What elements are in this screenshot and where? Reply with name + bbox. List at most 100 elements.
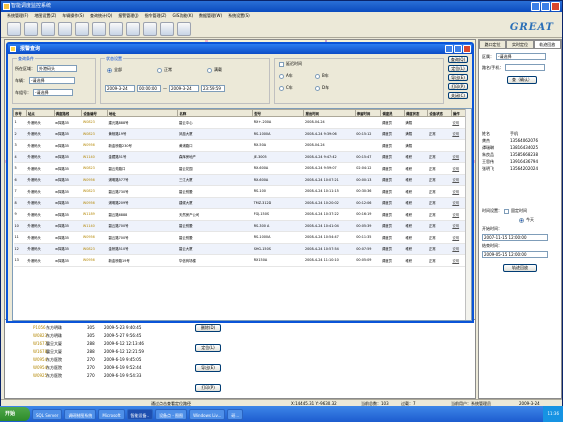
list-item[interactable]: W1678 震旦大厦 288 2009-6-12 12:21:59 bbox=[33, 348, 164, 355]
status-all-radio[interactable] bbox=[107, 67, 112, 73]
close-dialog-button[interactable]: 关闭(C) bbox=[448, 92, 468, 99]
tab-replay[interactable]: 轨迹回放 bbox=[533, 40, 561, 49]
locate-button[interactable]: 定位(L) bbox=[448, 65, 468, 72]
taskbar-item[interactable]: Windows Liv... bbox=[189, 408, 226, 420]
vertical-scrollbar[interactable] bbox=[465, 109, 471, 320]
col-index[interactable]: 序号 bbox=[13, 109, 27, 117]
zoom-out-icon[interactable] bbox=[41, 22, 55, 36]
contact-row[interactable]: 谭瑞琳 13816434025 bbox=[482, 144, 560, 151]
col-dispatcher[interactable]: 调度员 bbox=[380, 109, 405, 117]
time-from-input[interactable]: 00:00:00 bbox=[137, 85, 161, 92]
measure-icon[interactable] bbox=[143, 22, 157, 36]
table-row[interactable]: 11 外港码头 w择路35 W0956 碧云路700号 碧云别墅 RS-1000A 2008-… bbox=[13, 231, 469, 244]
table-row[interactable]: 13 外港码头 w择路35 W0956 新金桥路19号 华信商场楼 RX150A 2008-4… bbox=[13, 254, 469, 267]
arrow-left-icon[interactable] bbox=[109, 22, 123, 36]
replay-button[interactable]: 轨迹回放 bbox=[503, 264, 537, 272]
export-button[interactable]: 导出(E) bbox=[195, 364, 221, 372]
table-row[interactable]: 9 外港码头 w择路35 W1189 碧云路6888 天然房产公司 FGJ-150S 2008… bbox=[13, 208, 469, 221]
menu-command[interactable]: 指令管理(Z) bbox=[145, 12, 167, 20]
col-stay-time[interactable]: 停留时间 bbox=[354, 109, 382, 117]
table-row[interactable]: 4 外港码头 w择路35 W1140 金藏路51号 森辉房地产 JE-3005 2008-4-… bbox=[13, 151, 469, 163]
col-station[interactable]: 站点 bbox=[25, 109, 55, 117]
print-button[interactable]: 打印(P) bbox=[448, 83, 468, 90]
vehicle-select[interactable]: -请选择 bbox=[29, 77, 75, 84]
minimize-button[interactable] bbox=[531, 2, 540, 11]
table-row[interactable]: 1 外港码头 w择路35 W0823 建元路888号 碧云中心 RX+-200A 2008-0… bbox=[13, 116, 469, 129]
area-select[interactable]: -请选择 bbox=[496, 53, 546, 60]
taskbar-item[interactable]: Microsoft bbox=[98, 408, 125, 420]
col-name[interactable]: 名称 bbox=[177, 109, 254, 117]
group-select[interactable]: -请选择 bbox=[33, 89, 73, 96]
list-item[interactable]: W0954 东方医院 270 2009-6-19 9:52:44 bbox=[33, 364, 164, 371]
search-input[interactable] bbox=[505, 64, 546, 71]
tray-clock[interactable]: 11:36 bbox=[547, 411, 559, 416]
col-route[interactable]: 调度路线 bbox=[53, 109, 83, 117]
contact-row[interactable]: 朱良品 13585668238 bbox=[482, 151, 560, 158]
status-normal-radio[interactable] bbox=[157, 67, 162, 73]
dialog-maximize-button[interactable] bbox=[454, 45, 462, 53]
col-model[interactable]: 型号 bbox=[252, 109, 305, 117]
time-to-input[interactable]: 23:59:59 bbox=[201, 85, 225, 92]
menu-vehicle[interactable]: 车辆操作(S) bbox=[62, 12, 84, 20]
col-address[interactable]: 地址 bbox=[106, 109, 179, 117]
delete-button[interactable]: 删除(D) bbox=[195, 324, 221, 332]
pan-icon[interactable] bbox=[75, 22, 89, 36]
maximize-button[interactable] bbox=[541, 2, 550, 11]
taskbar-item-active[interactable]: 智能设备.. bbox=[126, 408, 154, 420]
fixed-time-checkbox[interactable] bbox=[504, 208, 509, 214]
list-item[interactable]: W0823 东方明珠 305 2009-5-27 9:56:45 bbox=[33, 332, 164, 339]
menu-data[interactable]: 数据管理(W) bbox=[199, 12, 222, 20]
tab-intersection[interactable]: 路口定位 bbox=[479, 40, 507, 49]
search-button[interactable]: 查（确认） bbox=[507, 76, 537, 84]
key-icon[interactable] bbox=[160, 22, 174, 36]
flag-icon[interactable] bbox=[177, 22, 191, 36]
start-time-input[interactable]: 2007-11-15 12:00:00 bbox=[482, 234, 548, 241]
arrow-right-icon[interactable] bbox=[126, 22, 140, 36]
taskbar-item[interactable]: 调研制图系统 bbox=[64, 408, 97, 420]
col-device[interactable]: 设备编号 bbox=[81, 109, 108, 117]
area-select[interactable]: 外港码头 bbox=[37, 65, 77, 72]
list-item[interactable]: W1677 震旦大厦 288 2009-6-12 12:13:46 bbox=[33, 340, 164, 347]
zoom-in-icon[interactable] bbox=[24, 22, 38, 36]
zoom-reset-icon[interactable] bbox=[58, 22, 72, 36]
today-radio[interactable] bbox=[519, 217, 524, 223]
table-row[interactable]: 8 外港码头 w择路35 W0956 浦明路209号 建候大厦 TMZ-312D 2008-4… bbox=[13, 197, 469, 209]
menu-map[interactable]: 地图设置(Z) bbox=[34, 12, 56, 20]
globe-icon[interactable] bbox=[92, 22, 106, 36]
delay-time-checkbox[interactable] bbox=[279, 61, 284, 67]
contact-row[interactable]: 王思伟 13916436794 bbox=[482, 158, 560, 165]
table-row[interactable]: 3 外港码头 w择路35 W0956 新金桥路230号 黄浦路口 RX-50A 2008-04… bbox=[13, 139, 469, 152]
date-to-input[interactable]: 2009-3-24 bbox=[169, 85, 199, 92]
table-row[interactable]: 12 外港码头 w择路35 W0823 金桥路510号 碧云大厦 SHG-150S 2008-… bbox=[13, 243, 469, 255]
option-d-radio[interactable] bbox=[315, 85, 320, 91]
option-a-radio[interactable] bbox=[279, 73, 284, 79]
export-button[interactable]: 导出(E) bbox=[448, 74, 468, 81]
table-row[interactable]: 6 外港码头 w择路35 W0956 浦明路577号 三江大厦 RX-600A 2008-4-… bbox=[13, 174, 469, 186]
date-from-input[interactable]: 2009-3-24 bbox=[105, 85, 135, 92]
gear-icon[interactable] bbox=[7, 22, 21, 36]
taskbar-item[interactable]: SQL Server bbox=[32, 408, 63, 420]
list-item[interactable]: W0925 东方医院 270 2009-6-19 9:54:33 bbox=[33, 372, 164, 379]
col-device-status[interactable]: 设备状态 bbox=[427, 109, 452, 117]
menu-system[interactable]: 系统管理(F) bbox=[7, 12, 28, 20]
menu-query[interactable]: 查询统计(Q) bbox=[90, 12, 112, 20]
end-time-input[interactable]: 2009-05-15 12:00:00 bbox=[482, 251, 548, 258]
list-item[interactable]: P1056 东方明珠 305 2009-5-23 9:40:45 bbox=[33, 324, 164, 331]
col-report-time[interactable]: 报出时间 bbox=[303, 109, 356, 117]
tab-realtime[interactable]: 实时定位 bbox=[506, 40, 534, 49]
locate-button[interactable]: 定位(L) bbox=[195, 344, 221, 352]
dialog-close-button[interactable] bbox=[463, 45, 471, 53]
close-button[interactable] bbox=[551, 2, 560, 11]
col-dispatch-status[interactable]: 调度状态 bbox=[403, 109, 429, 117]
option-c-radio[interactable] bbox=[279, 85, 284, 91]
table-row[interactable]: 2 外港码头 w择路35 W0823 黄杨路19号 凤凰大厦 RS-1000A 2008-4-… bbox=[13, 128, 469, 140]
menu-settings[interactable]: 系统设置(S) bbox=[228, 12, 250, 20]
list-item[interactable]: W0954 东方医院 270 2009-6-19 9:45:05 bbox=[33, 356, 164, 363]
status-fault-radio[interactable] bbox=[207, 67, 212, 73]
contact-row[interactable]: 张明飞 13564202024 bbox=[482, 165, 560, 172]
taskbar-item[interactable]: 设备点 - 图图 bbox=[155, 408, 188, 420]
table-row[interactable]: 5 外港码头 w择路35 W0823 碧云苑路口 碧云花园 RX-600A 2008-4-24… bbox=[13, 162, 469, 175]
start-button[interactable]: 开始 bbox=[0, 407, 30, 421]
table-row[interactable]: 10 外港码头 w择路35 W1140 碧云路700号 碧云别墅 RS-300 A 2008-… bbox=[13, 220, 469, 232]
option-b-radio[interactable] bbox=[315, 73, 320, 79]
